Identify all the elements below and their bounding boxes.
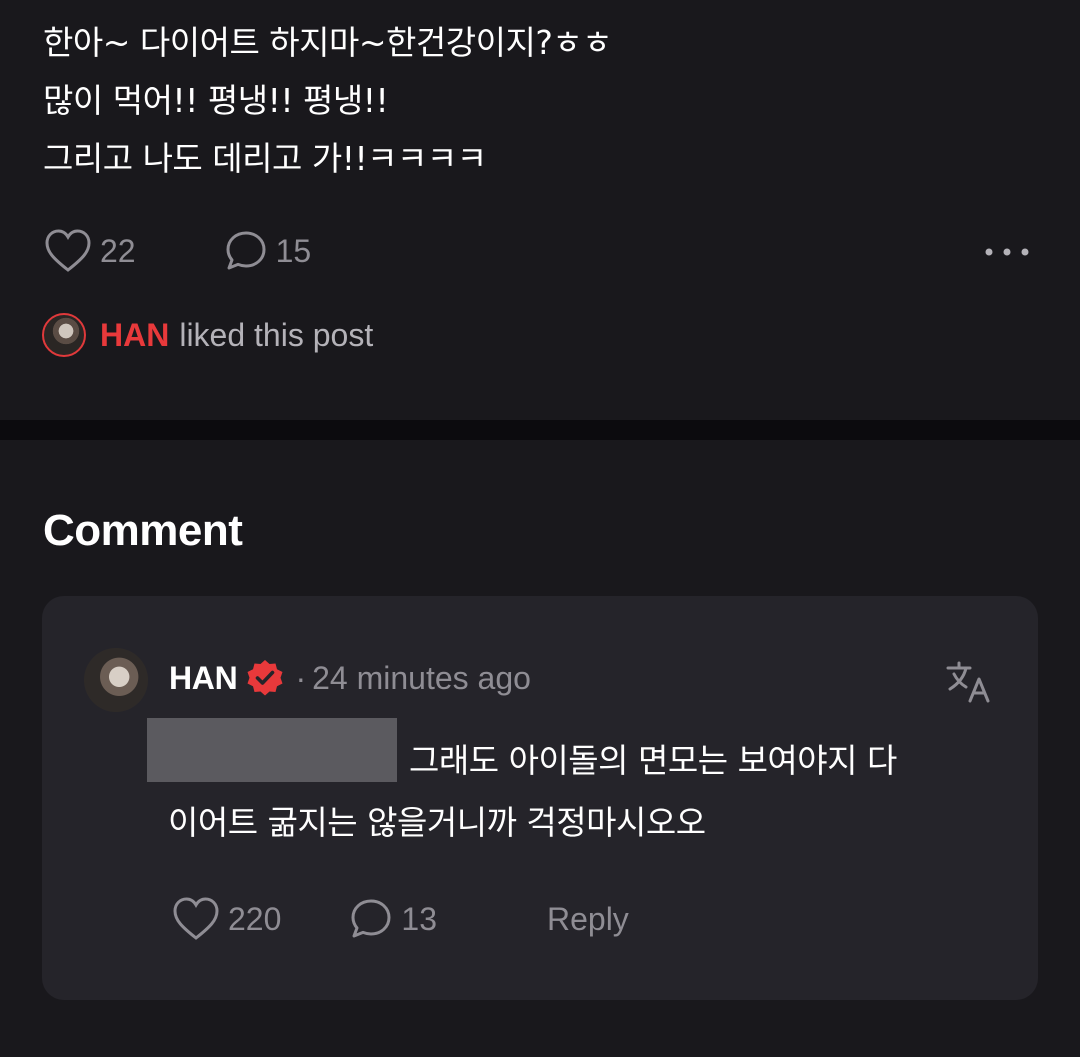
comment-like-count: 220 (228, 900, 282, 937)
comment-reply-count-button[interactable]: 13 (349, 897, 437, 941)
comment-like-button[interactable]: 220 (172, 896, 281, 942)
post-text-line-1: 한아~ 다이어트 하지마~한건강이지?ㅎㅎ (43, 23, 613, 62)
comment-section-heading: Comment (43, 506, 243, 555)
post-comment-count: 15 (275, 232, 312, 269)
comment-text-line-1: 그래도 아이돌의 면모는 보여야지 다 (409, 741, 897, 780)
heart-outline-icon (173, 897, 219, 940)
liked-by-row[interactable]: HAN liked this post (42, 313, 373, 357)
post-text-line-3: 그리고 나도 데리고 가!!ㅋㅋㅋㅋ (43, 139, 487, 178)
translate-icon[interactable] (946, 660, 992, 704)
liked-by-text: liked this post (179, 316, 374, 353)
comment-text-line-2: 이어트 굶지는 않을거니까 걱정마시오오 (168, 803, 706, 842)
reply-button[interactable]: Reply (547, 901, 629, 938)
avatar[interactable] (84, 648, 148, 712)
heart-outline-icon (45, 229, 91, 272)
comment-reply-count: 13 (401, 900, 437, 937)
verified-badge-icon (247, 660, 283, 696)
comment-text: 그래도 아이돌의 면모는 보여야지 다 이어트 굶지는 않을거니까 걱정마시오오 (168, 730, 988, 854)
post-like-button[interactable]: 22 (44, 228, 136, 274)
meta-separator: · (295, 659, 307, 696)
liked-by-name[interactable]: HAN (100, 317, 169, 354)
more-horizontal-icon[interactable] (984, 246, 1030, 258)
comment-author-name[interactable]: HAN (169, 660, 238, 697)
post-comment-button[interactable]: 15 (224, 229, 312, 273)
speech-bubble-icon (226, 231, 266, 270)
comment-header: HAN · 24 minutes ago (169, 658, 531, 698)
avatar[interactable] (42, 313, 86, 357)
post-body: 한아~ 다이어트 하지마~한건강이지?ㅎㅎ 많이 먹어!! 평냉!! 평냉!! … (43, 14, 1043, 188)
post-text-line-2: 많이 먹어!! 평냉!! 평냉!! (43, 81, 389, 120)
comment-card: HAN · 24 minutes ago 그래도 아이돌의 면모는 보여야지 다… (42, 596, 1038, 1000)
comment-actions: 220 13 Reply (172, 896, 629, 942)
speech-bubble-icon (351, 899, 391, 938)
post-actions: 22 15 (44, 228, 311, 274)
section-divider (0, 420, 1080, 440)
post-like-count: 22 (100, 232, 136, 269)
comment-timestamp: 24 minutes ago (312, 659, 531, 696)
